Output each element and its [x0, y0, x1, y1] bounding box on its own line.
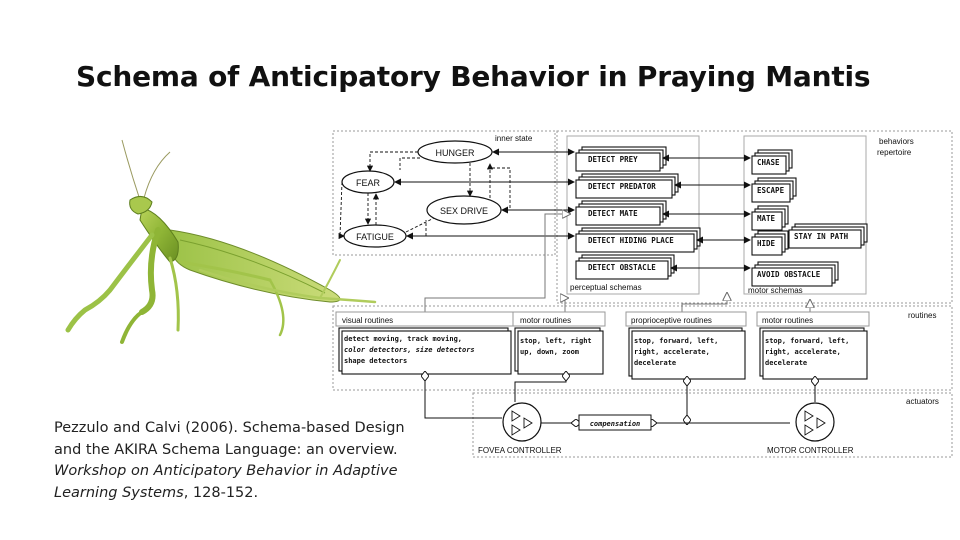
- fear-label: FEAR: [356, 178, 381, 188]
- motor-schemas-label: motor schemas: [748, 286, 803, 295]
- fovea-controller-node: [502, 402, 542, 442]
- motor-controller-label: MOTOR CONTROLLER: [767, 446, 854, 455]
- detect-predator-label: DETECT PREDATOR: [588, 182, 656, 191]
- avoid-obstacle-label: AVOID OBSTACLE: [757, 270, 821, 279]
- escape-label: ESCAPE: [757, 186, 785, 195]
- actuators-label: actuators: [906, 397, 939, 406]
- schema-diagram: inner state behaviors repertoire percept…: [332, 130, 953, 458]
- motor-routines-2-line-1: stop, forward, left,: [765, 337, 849, 345]
- mate-label: MATE: [757, 214, 776, 223]
- motor-routines-2-line-2: right, accelerate,: [765, 348, 841, 356]
- visual-routines-line-2: color detectors, size detectors: [344, 346, 475, 354]
- motor-controller-node: [795, 402, 835, 442]
- motor-routines-2-line-3: decelerate: [765, 359, 807, 367]
- citation-journal: Learning Systems: [54, 484, 184, 501]
- citation: Pezzulo and Calvi (2006). Schema-based D…: [54, 418, 414, 504]
- visual-routines-title: visual routines: [342, 316, 393, 325]
- citation-line-1: Pezzulo and Calvi (2006). Schema-based D…: [54, 420, 405, 436]
- citation-line-2: and the AKIRA Schema Language: an overvi…: [54, 441, 398, 458]
- detect-mate-label: DETECT MATE: [588, 209, 638, 218]
- citation-line-3: Workshop on Anticipatory Behavior in Ada…: [54, 463, 398, 479]
- citation-pages: , 128-152.: [183, 484, 259, 501]
- repertoire-label: repertoire: [877, 148, 912, 157]
- chase-label: CHASE: [757, 158, 780, 167]
- slide-title: Schema of Anticipatory Behavior in Prayi…: [76, 60, 871, 93]
- stay-in-path-label: STAY IN PATH: [794, 232, 849, 241]
- proprioceptive-line-3: decelerate: [634, 359, 676, 367]
- motor-routines-1-title: motor routines: [520, 316, 571, 325]
- proprioceptive-routines-title: proprioceptive routines: [631, 316, 712, 325]
- citation-line-4: Learning Systems, 128-152.: [54, 483, 414, 505]
- visual-routines-line-1: detect moving, track moving,: [344, 335, 462, 343]
- fatigue-label: FATIGUE: [356, 232, 394, 242]
- visual-routines-line-3: shape detectors: [344, 357, 407, 365]
- hunger-label: HUNGER: [435, 148, 475, 158]
- routines-label: routines: [908, 311, 936, 320]
- sex-drive-label: SEX DRIVE: [440, 206, 488, 216]
- fovea-controller-label: FOVEA CONTROLLER: [478, 446, 562, 455]
- detect-obstacle-label: DETECT OBSTACLE: [588, 263, 656, 272]
- detect-prey-label: DETECT PREY: [588, 155, 638, 164]
- motor-routines-2-title: motor routines: [762, 316, 813, 325]
- compensation-label: compensation: [590, 420, 641, 428]
- inner-state-label: inner state: [495, 134, 533, 143]
- perceptual-schemas-label: perceptual schemas: [570, 283, 642, 292]
- behaviors-label: behaviors: [879, 137, 914, 146]
- proprioceptive-line-1: stop, forward, left,: [634, 337, 718, 345]
- hide-label: HIDE: [757, 239, 776, 248]
- proprioceptive-line-2: right, accelerate,: [634, 348, 710, 356]
- motor-routines-1-line-2: up, down, zoom: [520, 348, 579, 356]
- praying-mantis-image: [65, 139, 377, 344]
- detect-hiding-place-label: DETECT HIDING PLACE: [588, 236, 674, 245]
- motor-routines-1-line-1: stop, left, right: [520, 337, 592, 345]
